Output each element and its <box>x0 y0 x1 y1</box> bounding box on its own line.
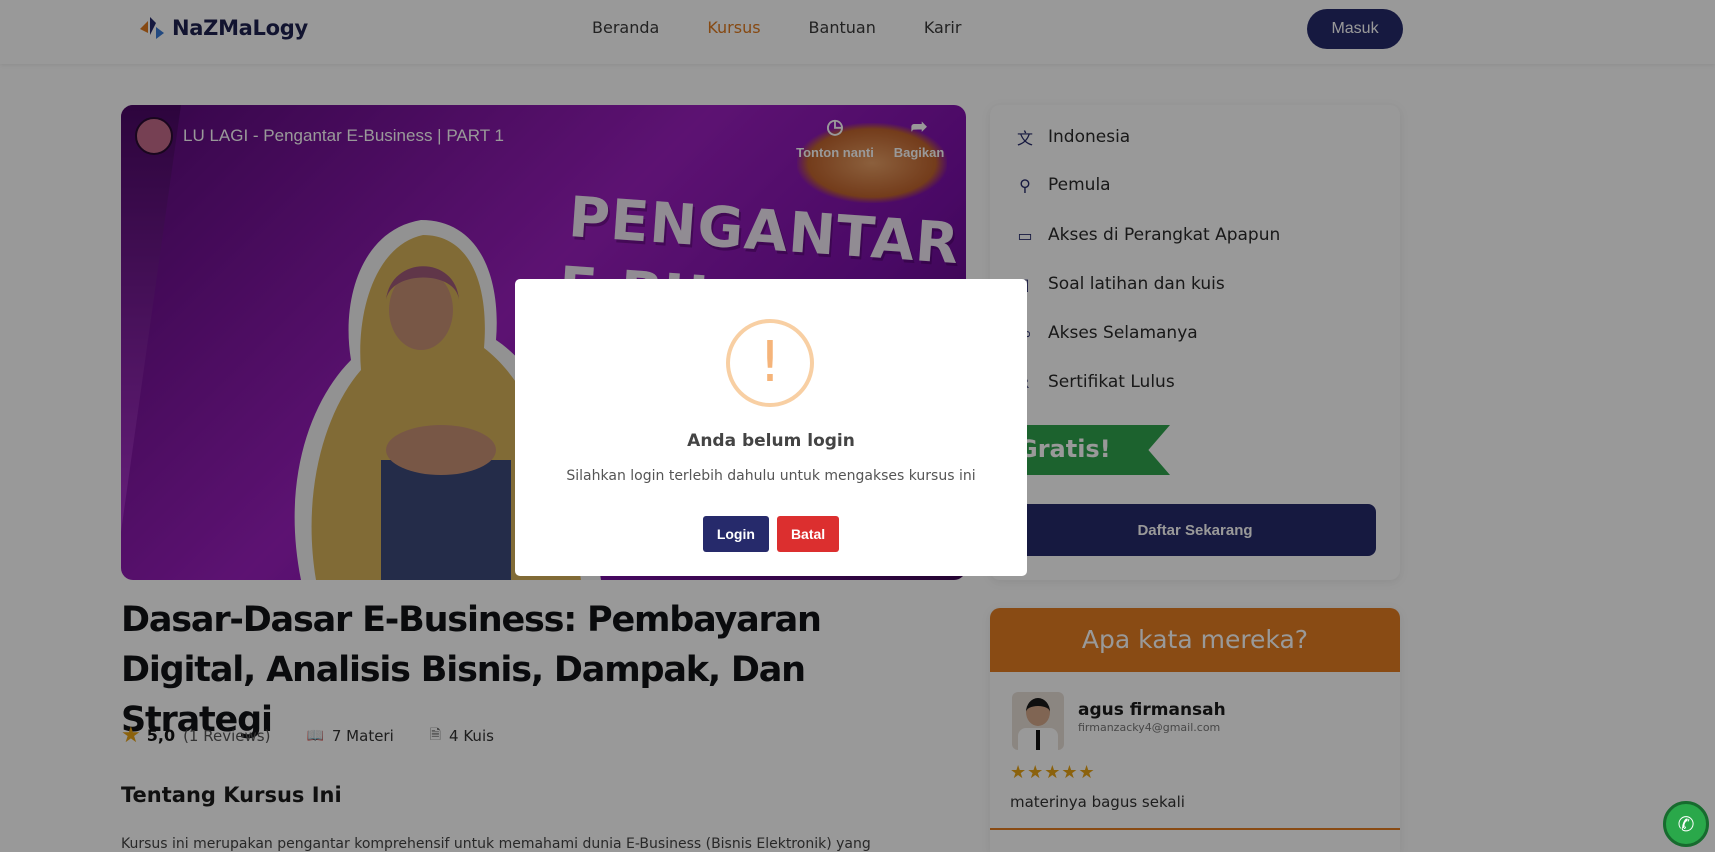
cancel-button[interactable]: Batal <box>776 516 840 552</box>
login-button[interactable]: Login <box>702 516 769 552</box>
modal-actions: Login Batal <box>515 516 1027 552</box>
modal-title: Anda belum login <box>687 431 855 451</box>
warning-icon: ! <box>726 319 814 407</box>
modal-message: Silahkan login terlebih dahulu untuk men… <box>566 468 976 484</box>
whatsapp-icon[interactable]: ✆ <box>1663 801 1709 847</box>
login-required-modal: ! Anda belum login Silahkan login terleb… <box>515 279 1027 576</box>
